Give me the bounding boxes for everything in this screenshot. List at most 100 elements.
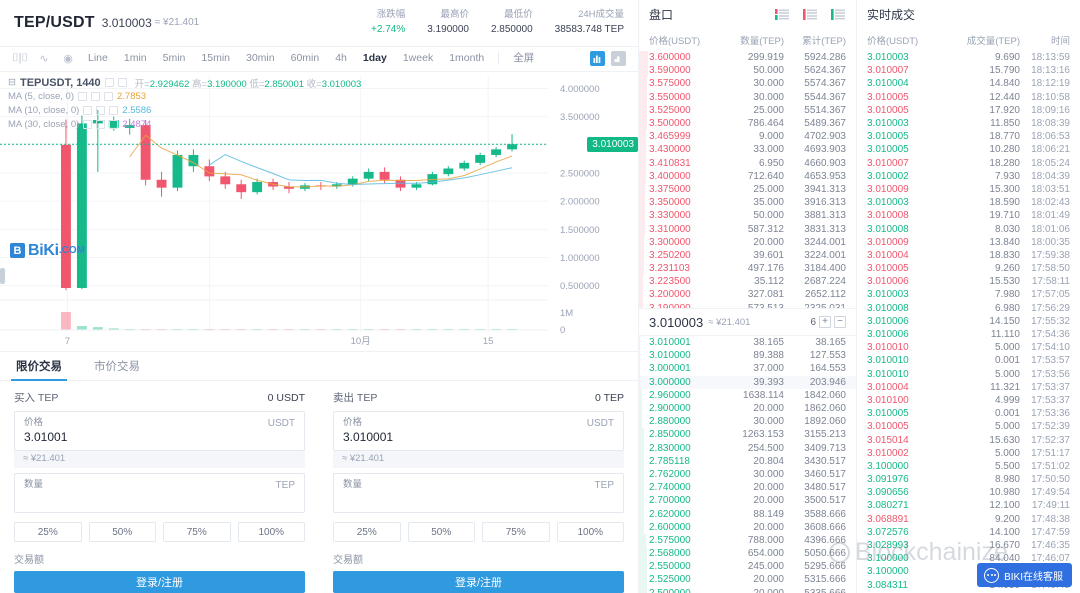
tf-1month[interactable]: 1month (441, 46, 492, 71)
trade-row[interactable]: 3.010002 5.000 17:51:17 (857, 447, 1080, 460)
tf-line[interactable]: Line (80, 46, 116, 71)
ask-row[interactable]: 3.500000 786.464 5489.367 (639, 116, 856, 131)
ma5-settings-icon[interactable] (91, 92, 100, 102)
bid-row[interactable]: 3.000001 37.000 164.553 (639, 362, 856, 376)
trade-row[interactable]: 3.010005 0.001 17:53:36 (857, 407, 1080, 420)
ma30-eye-icon[interactable] (83, 120, 93, 130)
ask-rows[interactable]: 3.600000 299.919 5924.286 3.590000 50.000 562… (639, 51, 856, 308)
sell-pct-50[interactable]: 50% (407, 522, 475, 542)
bid-row[interactable]: 2.575000 788.000 4396.666 (639, 533, 856, 547)
legend-settings-icon[interactable] (117, 78, 127, 88)
buy-price-field[interactable]: 价格 USDT 3.01001 (14, 411, 305, 451)
trade-row[interactable]: 3.010007 15.790 18:13:16 (857, 64, 1080, 77)
sell-price-value[interactable]: 3.010001 (343, 429, 614, 446)
ask-row[interactable]: 3.550000 30.000 5544.367 (639, 90, 856, 104)
bid-row[interactable]: 2.880000 30.000 1892.060 (639, 415, 856, 429)
tf-60min[interactable]: 60min (283, 46, 328, 71)
bid-row[interactable]: 2.50000020.0005335.666 (639, 586, 856, 593)
ask-row[interactable]: 3.200000 327.081 2652.112 (639, 288, 856, 302)
ask-row[interactable]: 3.350000 35.000 3916.313 (639, 196, 856, 210)
buy-pct-25[interactable]: 25% (14, 522, 82, 542)
trade-row[interactable]: 3.010005 12.440 18:10:58 (857, 91, 1080, 104)
trade-row[interactable]: 3.010006 14.150 17:55:32 (857, 315, 1080, 328)
ask-row[interactable]: 3.375000 25.000 3941.313 (639, 182, 856, 197)
ask-row[interactable]: 3.590000 50.000 5624.367 (639, 64, 856, 78)
sell-login-register-button[interactable]: 登录/注册 (333, 571, 624, 593)
ask-row[interactable]: 3.231103 497.176 3184.400 (639, 262, 856, 276)
trade-row[interactable]: 3.090656 10.980 17:49:54 (857, 486, 1080, 499)
tf-4h[interactable]: 4h (327, 46, 355, 71)
bid-row[interactable]: 3.000000 39.393 203.946 (639, 375, 856, 389)
trade-row[interactable]: 3.010004 11.321 17:53:37 (857, 381, 1080, 394)
ask-row[interactable]: 3.310000 587.312 3831.313 (639, 222, 856, 236)
ask-row[interactable]: 3.465999 9.000 4702.903 (639, 130, 856, 144)
trade-rows[interactable]: 3.010003 9.690 18:13:59 3.010007 15.790 18:13… (857, 51, 1080, 593)
bid-row[interactable]: 2.830000 254.500 3409.713 (639, 441, 856, 455)
ask-row[interactable]: 3.400000 712.640 4653.953 (639, 169, 856, 183)
ask-row[interactable]: 3.525000 25.000 5514.367 (639, 103, 856, 117)
indicator-icon[interactable]: ◉ (56, 52, 80, 65)
buy-login-register-button[interactable]: 登录/注册 (14, 571, 305, 593)
trade-row[interactable]: 3.010003 18.590 18:02:43 (857, 196, 1080, 209)
trade-row[interactable]: 3.015014 15.630 17:52:37 (857, 433, 1080, 446)
ask-row[interactable]: 3.190000573.5132325.031 (639, 301, 856, 308)
buy-pct-75[interactable]: 75% (163, 522, 231, 542)
bid-row[interactable]: 3.010000 89.388 127.553 (639, 349, 856, 363)
trade-row[interactable]: 3.010002 7.930 18:04:39 (857, 170, 1080, 183)
bid-rows[interactable]: 3.010001 38.165 38.165 3.010000 89.388 127.55… (639, 336, 856, 593)
sell-amount-field[interactable]: 数量 TEP (333, 473, 624, 513)
sell-price-field[interactable]: 价格 USDT 3.010001 (333, 411, 624, 451)
book-asks-only-icon[interactable] (803, 9, 818, 20)
trade-row[interactable]: 3.010010 5.000 17:54:10 (857, 341, 1080, 354)
trade-row[interactable]: 3.010004 18.830 17:59:38 (857, 249, 1080, 262)
customer-service-button[interactable]: BIKI在线客服 (977, 563, 1072, 587)
bid-row[interactable]: 2.785118 20.804 3430.517 (639, 454, 856, 468)
trade-row[interactable]: 3.010100 4.999 17:53:37 (857, 394, 1080, 407)
ma30-settings-icon[interactable] (96, 120, 106, 130)
tf-1week[interactable]: 1week (395, 46, 441, 71)
trade-row[interactable]: 3.010003 7.980 17:57:05 (857, 288, 1080, 301)
book-both-sides-icon[interactable] (775, 9, 790, 20)
ask-row[interactable]: 3.430000 33.000 4693.903 (639, 143, 856, 157)
trade-row[interactable]: 3.010005 17.920 18:09:16 (857, 104, 1080, 117)
trade-row[interactable]: 3.010005 5.000 17:52:39 (857, 420, 1080, 433)
decimal-increase-button[interactable]: + (819, 316, 831, 328)
buy-pct-50[interactable]: 50% (88, 522, 156, 542)
trade-row[interactable]: 3.010008 8.030 18:01:06 (857, 222, 1080, 235)
trade-row[interactable]: 3.091976 8.980 17:50:50 (857, 473, 1080, 486)
buy-pct-100[interactable]: 100% (237, 522, 305, 542)
trade-row[interactable]: 3.010009 13.840 18:00:35 (857, 236, 1080, 249)
tf-1day[interactable]: 1day (355, 46, 395, 71)
trade-row[interactable]: 3.010003 11.850 18:08:39 (857, 117, 1080, 130)
fullscreen-button[interactable]: 全屏 (505, 46, 542, 71)
tab-market-order[interactable]: 市价交易 (92, 358, 142, 380)
trade-row[interactable]: 3.010006 11.110 17:54:36 (857, 328, 1080, 341)
trade-row[interactable]: 3.010004 14.840 18:12:19 (857, 77, 1080, 90)
ma30-close-icon[interactable] (109, 120, 119, 130)
bar-chart-icon[interactable] (590, 51, 605, 67)
ask-row[interactable]: 3.300000 20.000 3244.001 (639, 235, 856, 249)
bid-row[interactable]: 3.010001 38.165 38.165 (639, 336, 856, 350)
decimal-decrease-button[interactable]: − (834, 316, 846, 328)
book-bids-only-icon[interactable] (831, 9, 846, 20)
trade-row[interactable]: 3.028993 16.670 17:46:35 (857, 539, 1080, 552)
buy-amount-field[interactable]: 数量 TEP (14, 473, 305, 513)
ask-row[interactable]: 3.600000 299.919 5924.286 (639, 51, 856, 65)
bid-row[interactable]: 2.960000 1638.114 1842.060 (639, 388, 856, 402)
ma10-settings-icon[interactable] (96, 106, 106, 116)
ma5-eye-icon[interactable] (78, 92, 87, 102)
bid-row[interactable]: 2.525000 20.000 5315.666 (639, 573, 856, 587)
ma10-close-icon[interactable] (109, 106, 119, 116)
ask-row[interactable]: 3.250200 39.601 3224.001 (639, 248, 856, 262)
trade-row[interactable]: 3.010005 9.260 17:58:50 (857, 262, 1080, 275)
bid-row[interactable]: 2.850000 1263.153 3155.213 (639, 428, 856, 442)
legend-eye-icon[interactable] (104, 78, 114, 88)
ask-row[interactable]: 3.330000 50.000 3881.313 (639, 209, 856, 223)
tab-limit-order[interactable]: 限价交易 (11, 358, 67, 381)
bid-row[interactable]: 2.762000 30.000 3460.517 (639, 467, 856, 482)
bid-row[interactable]: 2.600000 20.000 3608.666 (639, 520, 856, 534)
trade-row[interactable]: 3.010006 15.530 17:58:11 (857, 275, 1080, 288)
tf-30min[interactable]: 30min (238, 46, 283, 71)
trade-row[interactable]: 3.010005 18.770 18:06:53 (857, 130, 1080, 143)
trade-row[interactable]: 3.072576 14.100 17:47:59 (857, 526, 1080, 539)
